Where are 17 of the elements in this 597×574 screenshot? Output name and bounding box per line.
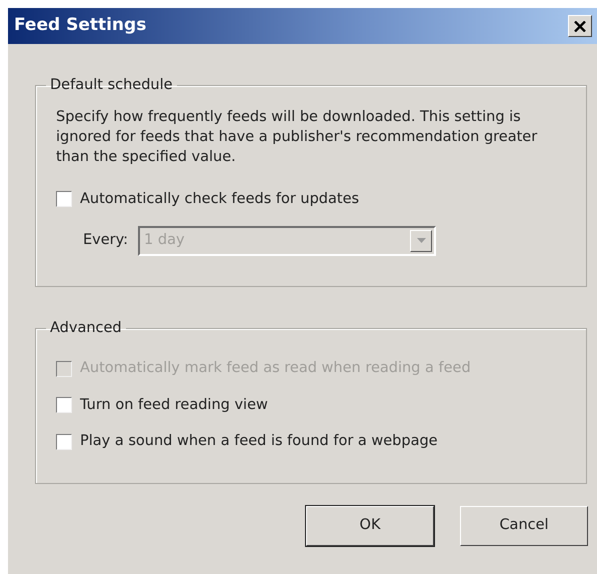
window-title: Feed Settings	[14, 14, 146, 38]
cancel-button[interactable]: Cancel	[460, 506, 588, 546]
dropdown-value: 1 day	[144, 231, 185, 250]
every-label: Every:	[83, 231, 128, 250]
group-title: Default schedule	[49, 78, 174, 92]
ok-button[interactable]: OK	[306, 506, 434, 546]
checkbox-label: Play a sound when a feed is found for a webpage	[80, 432, 438, 452]
checkbox[interactable]	[56, 434, 72, 450]
checkbox[interactable]	[56, 191, 72, 208]
checkbox[interactable]	[56, 397, 72, 414]
close-icon	[574, 20, 586, 32]
checkbox-label: Automatically mark feed as read when reading a feed	[80, 358, 471, 378]
group-title: Advanced	[49, 321, 123, 336]
close-button[interactable]	[568, 15, 592, 37]
checkbox-label: Turn on feed reading view	[80, 396, 268, 414]
description-text: Specify how frequently feeds will be downloaded. This setting is ignored for feeds that have a publisher's recommendation greater than the specified value.	[56, 108, 538, 166]
checkbox-label: Automatically check feeds for updates	[80, 190, 360, 208]
